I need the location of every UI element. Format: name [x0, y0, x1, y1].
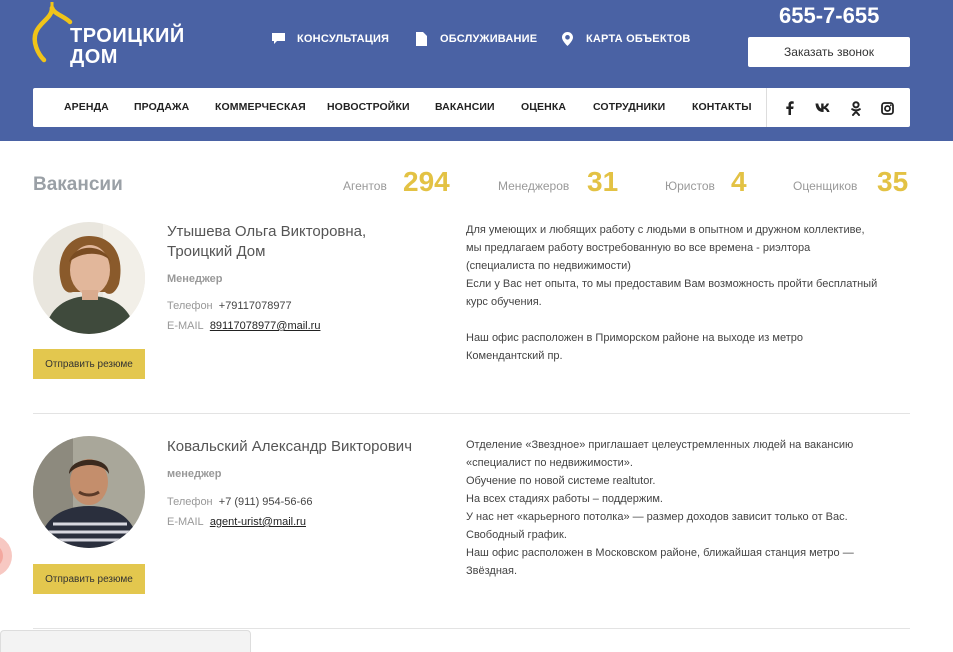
description-line: Наш офис расположен в Московском районе,…: [466, 547, 854, 559]
brand-line-2: ДОМ: [70, 46, 118, 68]
stat-agents-label: Агентов: [343, 179, 387, 193]
service-label: ОБСЛУЖИВАНИЕ: [440, 33, 538, 45]
objects-map-label: КАРТА ОБЪЕКТОВ: [586, 33, 691, 45]
nav-item-rent[interactable]: АРЕНДА: [64, 88, 109, 127]
stat-agents-value: 294: [403, 166, 450, 197]
bottom-widget-panel[interactable]: [0, 630, 251, 652]
description-line: Обучение по новой системе realtutor.: [466, 475, 656, 487]
email-label: E-MAIL: [167, 320, 204, 332]
stat-lawyers-value: 4: [731, 166, 747, 197]
person-name-line-2: Троицкий Дом: [167, 243, 266, 260]
nav-item-employees[interactable]: СОТРУДНИКИ: [593, 88, 665, 127]
nav-item-sale[interactable]: ПРОДАЖА: [134, 88, 189, 127]
logo[interactable]: ТРОИЦКИЙ ДОМ: [30, 2, 184, 72]
vacancy-divider: [33, 628, 910, 629]
send-resume-button[interactable]: Отправить резюме: [33, 564, 145, 594]
phone-value: +79117078977: [218, 300, 292, 312]
instagram-icon[interactable]: [879, 100, 895, 116]
description-line: (специалиста по недвижимости): [466, 260, 631, 272]
nav-item-commercial[interactable]: КОММЕРЧЕСКАЯ: [215, 88, 306, 127]
email-link[interactable]: 89117078977@mail.ru: [210, 320, 321, 332]
person-role: Менеджер: [167, 273, 223, 285]
description-line: Для умеющих и любящих работу с людьми в …: [466, 224, 865, 236]
description-line: Свободный график.: [466, 529, 567, 541]
description-line: «специалист по недвижимости».: [466, 457, 633, 469]
phone-number[interactable]: 655-7-655: [779, 3, 879, 29]
nav-divider: [766, 88, 767, 127]
stat-managers-value: 31: [587, 166, 619, 197]
order-call-button[interactable]: Заказать звонок: [748, 37, 910, 67]
send-resume-button[interactable]: Отправить резюме: [33, 349, 145, 379]
email-line: E-MAIL agent-urist@mail.ru: [167, 516, 306, 528]
chat-widget-button[interactable]: [0, 535, 12, 577]
email-label: E-MAIL: [167, 516, 204, 528]
vacancy-divider: [33, 413, 910, 414]
person-name: Утышева Ольга Викторовна, Троицкий Дом: [167, 222, 366, 262]
consultation-label: КОНСУЛЬТАЦИЯ: [297, 33, 390, 45]
phone-label: Телефон: [167, 496, 213, 508]
description-line: Наш офис расположен в Приморском районе …: [466, 332, 803, 344]
person-name-line-1: Утышева Ольга Викторовна,: [167, 223, 367, 240]
email-link[interactable]: agent-urist@mail.ru: [210, 516, 306, 528]
description-line: На всех стадиях работы – поддержим.: [466, 493, 663, 505]
description-line: Звёздная.: [466, 565, 518, 577]
nav-item-vacancies[interactable]: ВАКАНСИИ: [435, 88, 495, 127]
stat-appraisers-value: 35: [877, 166, 909, 197]
phone-line: Телефон +7 (911) 954-56-66: [167, 496, 312, 508]
vacancy-description: Для умеющих и любящих работу с людьми в …: [466, 221, 914, 365]
vacancy-description: Отделение «Звездное» приглашает целеустр…: [466, 436, 914, 580]
email-line: E-MAIL 89117078977@mail.ru: [167, 320, 320, 332]
nav-item-evaluation[interactable]: ОЦЕНКА: [521, 88, 566, 127]
avatar: [33, 222, 145, 334]
stat-managers-label: Менеджеров: [498, 179, 570, 193]
vk-icon[interactable]: [814, 100, 832, 116]
nav-item-new-buildings[interactable]: НОВОСТРОЙКИ: [327, 88, 410, 127]
description-line: [466, 311, 914, 329]
document-icon: [414, 32, 428, 46]
description-line: У нас нет «карьерного потолка» — размер …: [466, 511, 848, 523]
description-line: Отделение «Звездное» приглашает целеустр…: [466, 439, 854, 451]
phone-line: Телефон +79117078977: [167, 300, 292, 312]
site-header: ТРОИЦКИЙ ДОМ КОНСУЛЬТАЦИЯ ОБСЛУЖИВАНИЕ К…: [0, 0, 953, 141]
objects-map-link[interactable]: КАРТА ОБЪЕКТОВ: [560, 32, 691, 46]
phone-label: Телефон: [167, 300, 213, 312]
person-name: Ковальский Александр Викторович: [167, 437, 412, 457]
stat-lawyers-label: Юристов: [665, 179, 715, 193]
avatar: [33, 436, 145, 548]
service-link[interactable]: ОБСЛУЖИВАНИЕ: [414, 32, 537, 46]
stat-appraisers-label: Оценщиков: [793, 179, 858, 193]
description-line: курс обучения.: [466, 296, 542, 308]
description-line: Если у Вас нет опыта, то мы предоставим …: [466, 278, 878, 290]
nav-item-contacts[interactable]: КОНТАКТЫ: [692, 88, 752, 127]
person-name-line-1: Ковальский Александр Викторович: [167, 438, 413, 455]
brand-name: ТРОИЦКИЙ ДОМ: [70, 26, 185, 68]
phone-value: +7 (911) 954-56-66: [218, 496, 313, 508]
chat-icon: [271, 32, 285, 46]
main-nav: АРЕНДА ПРОДАЖА КОММЕРЧЕСКАЯ НОВОСТРОЙКИ …: [33, 88, 910, 127]
page-title: Вакансии: [33, 174, 123, 195]
description-line: мы предлагаем работу востребованную во в…: [466, 242, 811, 254]
odnoklassniki-icon[interactable]: [848, 100, 864, 116]
person-role: менеджер: [167, 468, 222, 480]
description-line: Комендантский пр.: [466, 350, 563, 362]
facebook-icon[interactable]: [782, 100, 798, 116]
consultation-link[interactable]: КОНСУЛЬТАЦИЯ: [271, 32, 389, 46]
map-pin-icon: [560, 32, 574, 46]
brand-line-1: ТРОИЦКИЙ: [70, 25, 185, 47]
